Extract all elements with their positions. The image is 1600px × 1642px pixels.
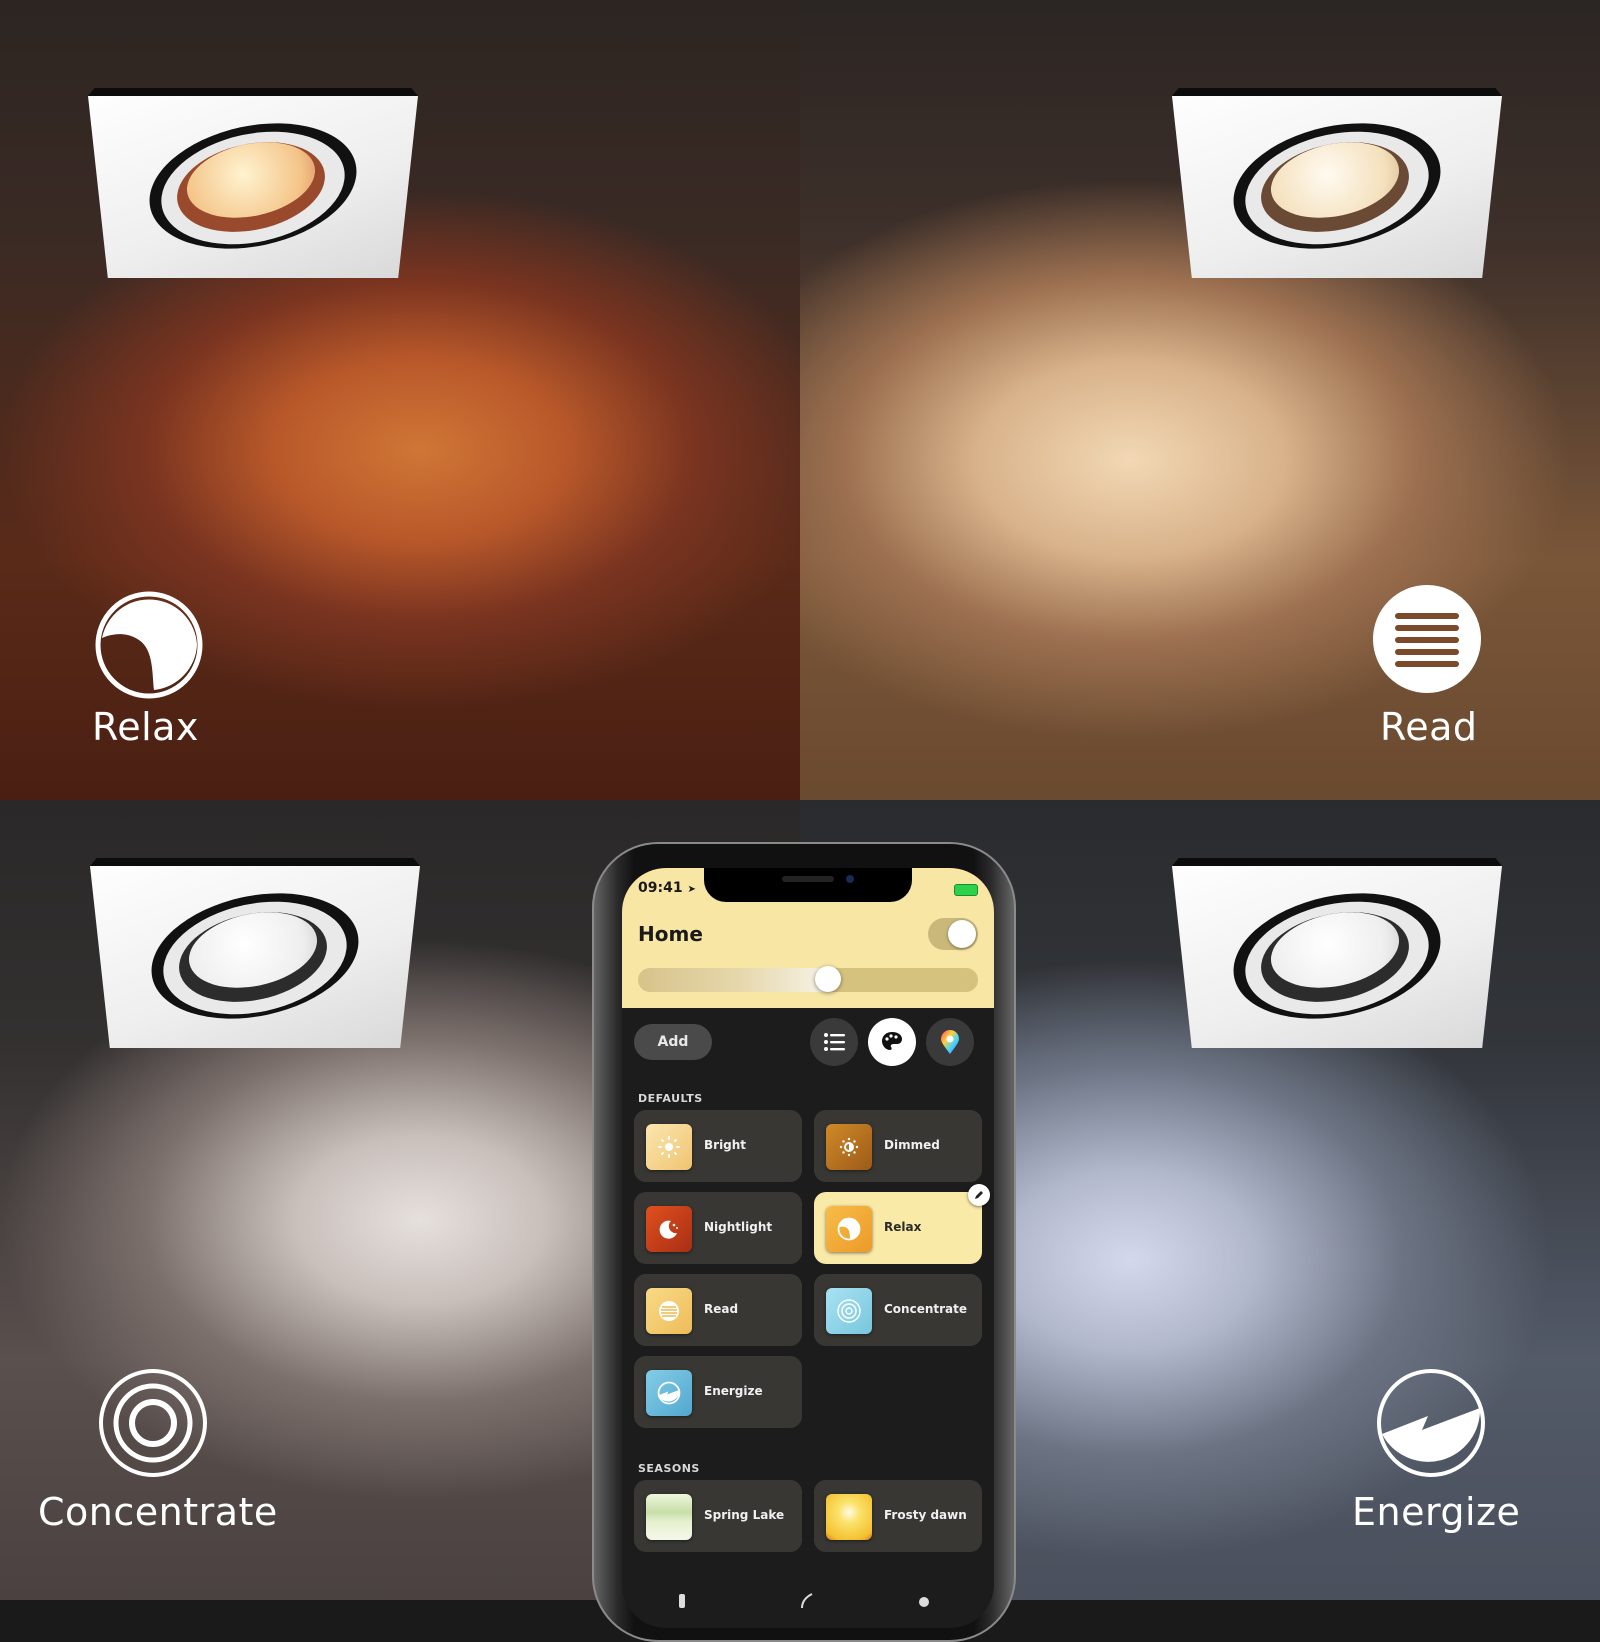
brightness-slider-thumb[interactable] [815, 966, 842, 992]
scene-tile-bright[interactable]: Bright [634, 1110, 802, 1182]
concentrate-icon [826, 1288, 872, 1334]
scene-tile-label: Spring Lake [704, 1508, 785, 1522]
scene-tile-relax[interactable]: Relax [814, 1184, 990, 1264]
scene-label-read: Read [1380, 705, 1478, 749]
ceiling-spotlight [1172, 858, 1502, 1048]
color-picker-button[interactable] [926, 1018, 974, 1066]
read-scene-panel: Read [800, 0, 1600, 800]
scene-tile-label: Read [704, 1302, 739, 1316]
phone-notch [704, 868, 912, 902]
energize-icon [646, 1370, 692, 1416]
status-time: 09:41 ➤ [638, 880, 696, 896]
palette-icon [882, 1032, 902, 1050]
scene-tile-concentrate[interactable]: Concentrate [814, 1274, 982, 1346]
scene-tile-dimmed[interactable]: Dimmed [814, 1110, 982, 1182]
edit-scene-button[interactable] [968, 1184, 990, 1206]
scene-tile-nightlight[interactable]: Nightlight [634, 1192, 802, 1264]
list-view-button[interactable] [810, 1018, 858, 1066]
battery-charging-icon [954, 884, 978, 896]
location-arrow-icon: ➤ [687, 884, 696, 895]
tab-home-icon[interactable] [674, 1592, 690, 1608]
list-icon [824, 1033, 845, 1051]
tab-routines-icon[interactable] [798, 1592, 814, 1609]
scene-tile-label: Frosty dawn [884, 1508, 967, 1522]
sun-icon [646, 1124, 692, 1170]
scene-tile-frosty-dawn[interactable]: Frosty dawn [814, 1480, 982, 1552]
toggle-knob [948, 920, 976, 948]
pencil-icon [975, 1191, 983, 1199]
scene-tile-label: Energize [704, 1384, 763, 1398]
concentrate-icon [99, 1369, 207, 1477]
scene-tile-label: Relax [884, 1220, 922, 1234]
room-title: Home [638, 922, 703, 946]
scene-palette-button[interactable] [868, 1018, 916, 1066]
section-title-seasons: SEASONS [638, 1462, 700, 1475]
hue-app-screen: 09:41 ➤ Home Add DEFAULTS Bright Dimmed … [622, 868, 994, 1628]
scene-tile-label: Nightlight [704, 1220, 773, 1234]
scene-tile-label: Bright [704, 1138, 747, 1152]
frosty-dawn-image [826, 1494, 872, 1540]
read-icon [646, 1288, 692, 1334]
relax-icon [826, 1206, 872, 1252]
relax-scene-panel: Relax [0, 0, 800, 800]
scene-tile-spring-lake[interactable]: Spring Lake [634, 1480, 802, 1552]
read-icon [1373, 585, 1481, 693]
room-power-toggle[interactable] [928, 918, 978, 950]
scene-label-relax: Relax [92, 705, 199, 749]
scene-tile-energize[interactable]: Energize [634, 1356, 802, 1428]
scene-tile-label: Dimmed [884, 1138, 940, 1152]
scene-tile-read[interactable]: Read [634, 1274, 802, 1346]
moon-icon [646, 1206, 692, 1252]
spring-lake-image [646, 1494, 692, 1540]
ceiling-spotlight [90, 858, 420, 1048]
tab-settings-icon[interactable] [916, 1592, 932, 1608]
scene-tile-label: Concentrate [884, 1302, 968, 1316]
relax-icon [95, 591, 203, 699]
dim-sun-icon [826, 1124, 872, 1170]
brightness-slider[interactable] [638, 966, 978, 992]
energize-icon [1377, 1369, 1485, 1477]
scene-label-concentrate: Concentrate [38, 1490, 278, 1534]
scene-label-energize: Energize [1352, 1490, 1521, 1534]
section-title-defaults: DEFAULTS [638, 1092, 703, 1105]
add-scene-button[interactable]: Add [634, 1024, 712, 1060]
ceiling-spotlight [88, 88, 418, 278]
color-pin-icon [941, 1030, 959, 1054]
ceiling-spotlight [1172, 88, 1502, 278]
